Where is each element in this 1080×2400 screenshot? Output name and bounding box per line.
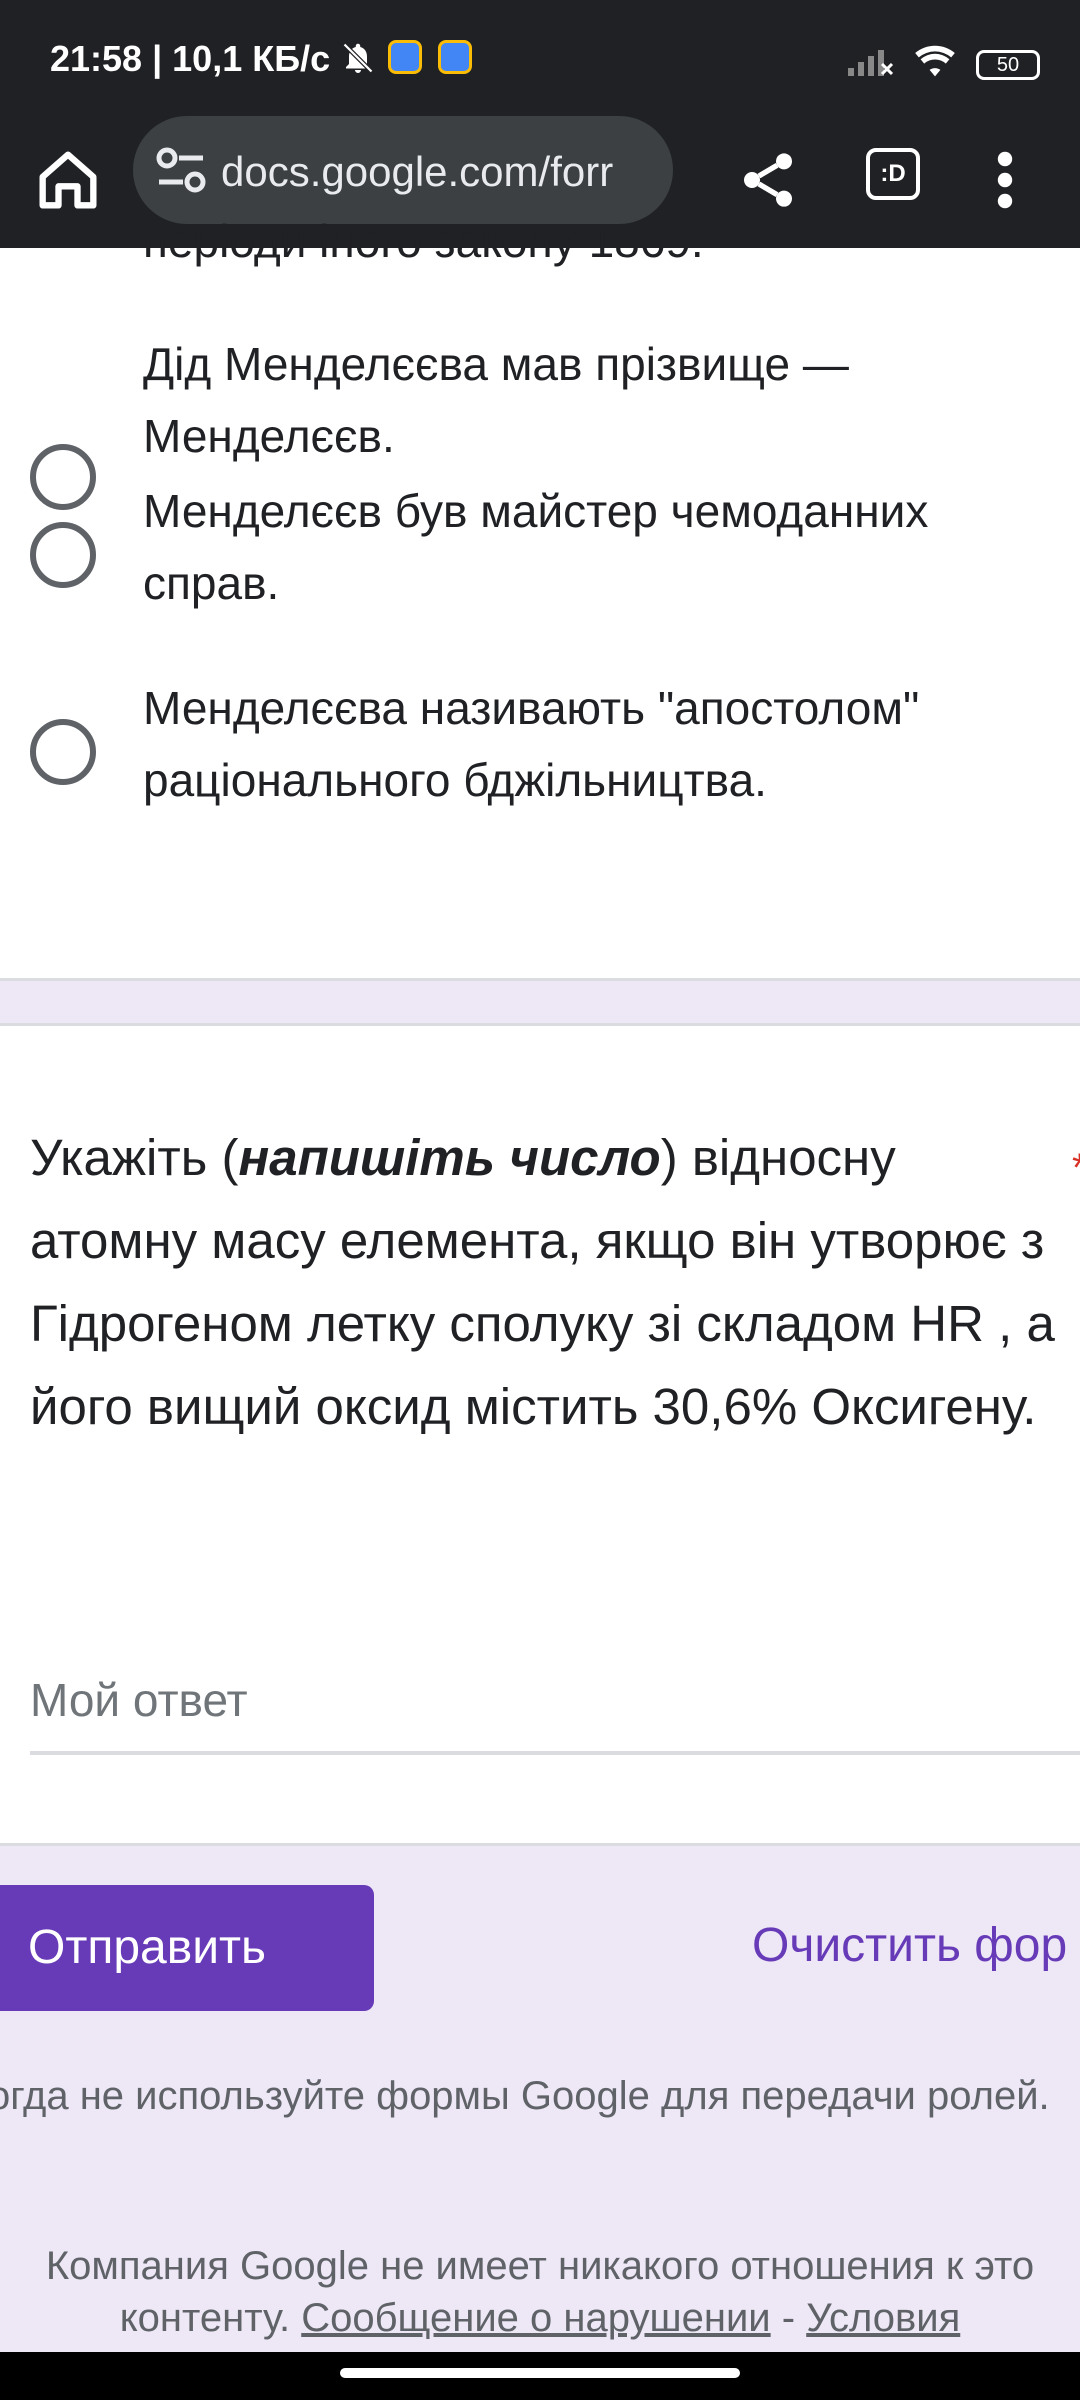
bell-off-icon xyxy=(340,40,376,81)
answer-field[interactable] xyxy=(30,1643,1080,1755)
battery-icon: 50 xyxy=(976,49,1040,80)
site-settings-icon[interactable] xyxy=(155,146,207,194)
report-abuse-link[interactable]: Сообщение о нарушении xyxy=(301,2296,770,2340)
url-text: docs.google.com/forr xyxy=(221,148,614,195)
submit-button[interactable]: Отправить xyxy=(0,1885,374,2011)
question-title: Укажіть (напишіть число) відносну атомну… xyxy=(30,1129,1055,1435)
radio-option-label[interactable]: Менделєєв був майстер чемоданних справ. xyxy=(143,475,1063,619)
radio-button[interactable] xyxy=(30,719,96,785)
footer: Компания Google не имеет никакого отноше… xyxy=(0,2240,1080,2344)
required-mark: * xyxy=(1072,1146,1080,1191)
wifi-icon xyxy=(912,44,958,85)
answer-input[interactable] xyxy=(30,1673,1080,1727)
address-bar[interactable]: docs.google.com/forr xyxy=(133,116,673,224)
option-label-partial: періоди іного закону 1869. xyxy=(143,215,704,267)
share-icon[interactable] xyxy=(736,142,800,218)
radio-option-label[interactable]: Менделєєва називають "апостолом" раціона… xyxy=(143,672,1063,816)
clear-form-button[interactable]: Очистить фор xyxy=(752,1918,1067,1973)
signal-icon xyxy=(846,46,894,83)
chrome-icon xyxy=(388,40,422,74)
home-icon[interactable] xyxy=(30,142,106,218)
radio-option-label[interactable]: Дід Менделєєва мав прізвище — Менделєєв. xyxy=(143,328,1063,472)
system-nav-bar xyxy=(0,2352,1080,2400)
footer-separator: - xyxy=(781,2296,796,2340)
terms-link[interactable]: Условия xyxy=(806,2296,960,2340)
radio-button[interactable] xyxy=(30,444,96,510)
question-emphasis: напишіть число xyxy=(238,1129,661,1186)
gesture-handle[interactable] xyxy=(340,2368,740,2378)
tabs-switcher-button[interactable]: :D xyxy=(866,148,920,200)
more-menu-icon[interactable] xyxy=(990,142,1020,218)
password-warning: когда не используйте формы Google для пе… xyxy=(0,2074,1050,2118)
question-card-previous: періоди іного закону 1869. Дід Менделєєв… xyxy=(0,215,1080,981)
question-card: Укажіть (напишіть число) відносну атомну… xyxy=(0,1023,1080,1846)
chrome-icon xyxy=(438,40,472,74)
radio-button[interactable] xyxy=(30,522,96,588)
status-time: 21:58 | 10,1 КБ/с xyxy=(50,38,331,79)
status-bar: 21:58 | 10,1 КБ/с 50 xyxy=(0,0,1080,112)
